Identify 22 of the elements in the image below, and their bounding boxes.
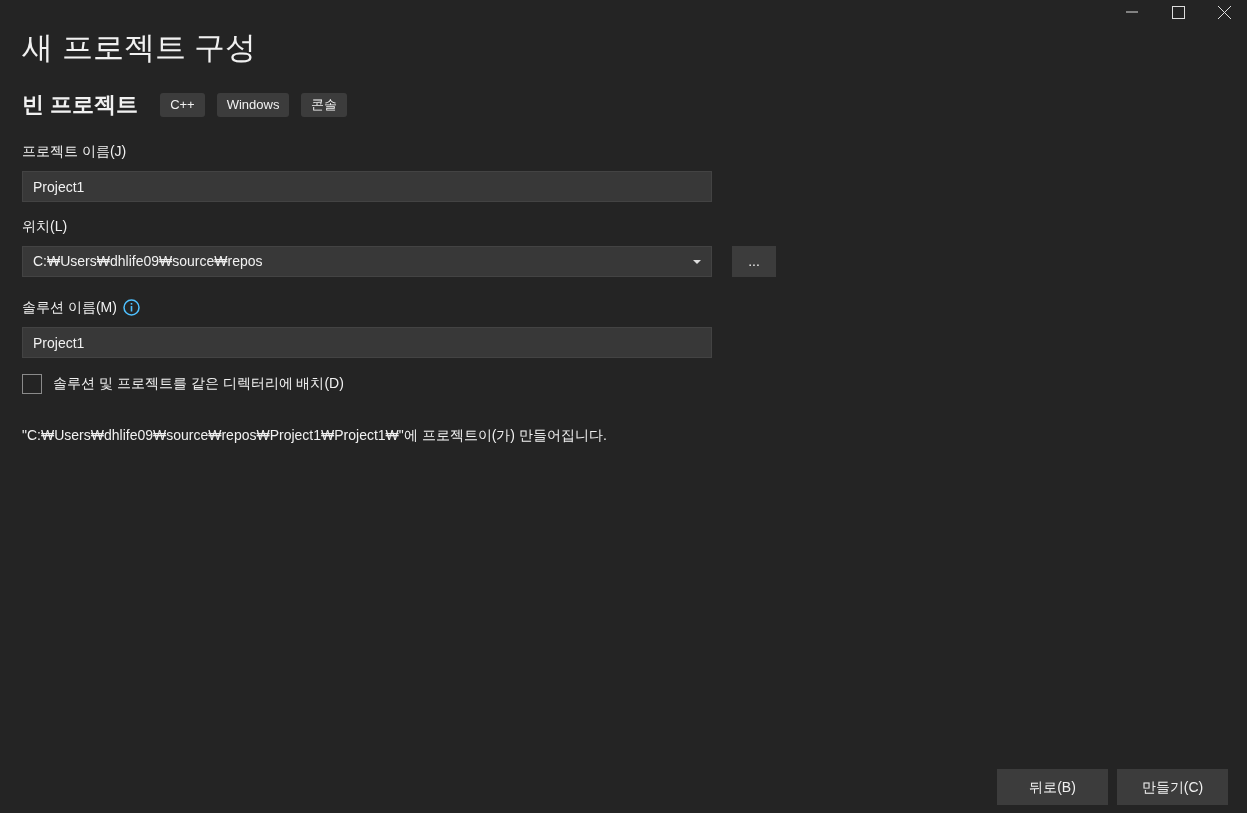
info-icon	[122, 299, 140, 316]
maximize-icon	[1171, 5, 1185, 19]
tag: C++	[160, 92, 205, 117]
tag: Windows	[216, 92, 290, 117]
page-title: 새 프로젝트 구성	[22, 29, 257, 67]
dialog-button[interactable]: 뒤로(B)	[997, 769, 1108, 805]
location-dropdown[interactable]: C:₩Users₩dhlife09₩source₩repos	[22, 246, 712, 277]
close-icon	[1217, 5, 1231, 19]
field-label: 프로젝트 이름(J)	[22, 142, 127, 161]
dialog-button[interactable]: 만들기(C)	[1117, 769, 1228, 805]
project-name-field[interactable]: Project1	[22, 171, 712, 202]
checkbox-label: 솔루션 및 프로젝트를 같은 디렉터리에 배치(D)	[53, 374, 344, 393]
checkbox[interactable]	[22, 373, 42, 394]
template-name: 빈 프로젝트	[22, 91, 139, 119]
browse-button[interactable]: ...	[732, 246, 776, 277]
caret-icon	[693, 259, 701, 264]
output-path-note: "C:₩Users₩dhlife09₩source₩repos₩Project1₩Project1₩"에 프로젝트이(가) 만들어집니다.	[22, 426, 607, 445]
minimize-icon	[1126, 11, 1138, 13]
solution-name-field[interactable]: Project1	[22, 327, 712, 358]
field-label: 위치(L)	[22, 217, 68, 236]
field-label: 솔루션 이름(M)	[22, 298, 117, 317]
tag: 콘솔	[301, 92, 348, 117]
